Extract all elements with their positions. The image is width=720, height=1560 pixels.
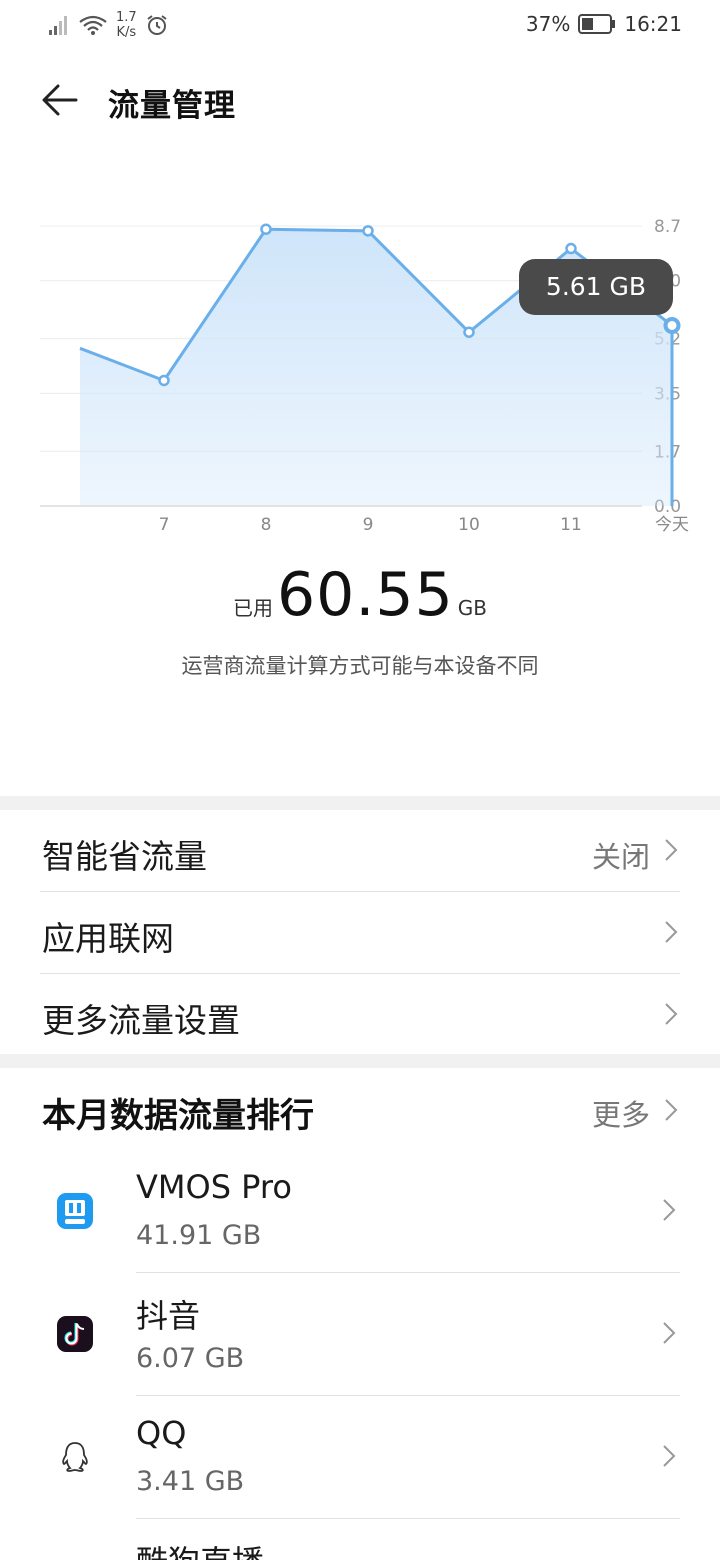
app-row-kugou-live[interactable]: 酷狗直播 — [0, 1519, 720, 1560]
app-network-row[interactable]: 应用联网 — [40, 892, 680, 974]
chevron-right-icon — [665, 1003, 678, 1025]
x-tick-label: 今天 — [655, 515, 689, 535]
ranking-title: 本月数据流量排行 — [42, 1096, 314, 1136]
chevron-right-icon[interactable] — [664, 1098, 678, 1122]
douyin-icon — [57, 1316, 93, 1352]
selected-point-tooltip: 5.61 GB — [519, 259, 673, 316]
data-point — [362, 225, 374, 237]
vmos-pro-icon — [57, 1193, 93, 1229]
status-right: 37% 16:21 — [526, 12, 682, 36]
chevron-right-icon — [665, 839, 678, 861]
smart-saver-label: 智能省流量 — [42, 837, 207, 876]
app-name: QQ — [136, 1414, 187, 1452]
signal-icon — [49, 16, 67, 35]
app-usage-list: VMOS Pro 41.91 GB 抖音 6.07 GB QQ 3.41 GB … — [0, 1150, 720, 1560]
x-tick-label: 10 — [458, 515, 480, 535]
app-data-size: 3.41 GB — [136, 1466, 245, 1497]
smart-saver-row[interactable]: 智能省流量 关闭 — [40, 810, 680, 892]
data-point — [565, 242, 577, 255]
more-settings-row[interactable]: 更多流量设置 — [40, 974, 680, 1056]
usage-chart[interactable]: 8.77.05.23.51.70.07891011今天 5.61 GB — [0, 190, 720, 550]
usage-chart-svg[interactable]: 8.77.05.23.51.70.07891011今天 — [0, 190, 720, 550]
app-data-size: 6.07 GB — [136, 1343, 245, 1374]
battery-icon — [578, 14, 616, 34]
used-value: 60.55 — [277, 560, 454, 630]
settings-list: 智能省流量 关闭 应用联网 更多流量设置 — [0, 810, 720, 1056]
ranking-header: 本月数据流量排行 更多 — [0, 1068, 720, 1152]
back-button[interactable] — [36, 78, 84, 122]
app-name: VMOS Pro — [136, 1168, 292, 1206]
used-line: 已用 60.55 GB — [0, 560, 720, 630]
used-label: 已用 — [233, 596, 273, 620]
data-point — [260, 223, 272, 235]
app-name: 抖音 — [136, 1297, 201, 1335]
qq-icon — [62, 1442, 88, 1472]
app-row-vmos-pro[interactable]: VMOS Pro 41.91 GB — [0, 1150, 720, 1273]
app-row-qq[interactable]: QQ 3.41 GB — [0, 1396, 720, 1519]
section-divider — [0, 796, 720, 810]
chevron-right-icon — [665, 921, 678, 943]
x-tick-label: 7 — [159, 515, 170, 535]
x-tick-label: 8 — [261, 515, 272, 535]
selected-data-point — [663, 316, 681, 334]
network-speed: 1.7 K/s — [116, 10, 137, 40]
back-arrow-icon — [42, 84, 78, 116]
chevron-right-icon — [663, 1199, 676, 1221]
speed-unit: K/s — [116, 25, 137, 40]
section-divider — [0, 1054, 720, 1068]
x-tick-label: 9 — [363, 515, 374, 535]
clock: 16:21 — [624, 12, 682, 36]
page-title: 流量管理 — [108, 88, 236, 124]
app-bar: 流量管理 — [0, 60, 720, 140]
speed-value: 1.7 — [116, 10, 137, 25]
alarm-icon — [147, 15, 167, 35]
data-point — [158, 374, 170, 387]
y-tick-label: 8.7 — [654, 217, 681, 237]
battery-percent: 37% — [525, 12, 571, 36]
chevron-right-icon — [663, 1322, 676, 1344]
carrier-note: 运营商流量计算方式可能与本设备不同 — [181, 654, 539, 678]
data-point — [463, 326, 475, 338]
ranking-more-link[interactable]: 更多 — [592, 1092, 650, 1134]
status-left: 1.7 K/s — [48, 10, 169, 40]
smart-saver-value: 关闭 — [591, 840, 650, 874]
x-tick-label: 11 — [560, 515, 582, 535]
app-name: 酷狗直播 — [136, 1537, 264, 1560]
wifi-icon — [79, 15, 107, 35]
app-network-label: 应用联网 — [42, 919, 174, 958]
more-settings-label: 更多流量设置 — [42, 1001, 240, 1040]
chevron-right-icon — [663, 1445, 676, 1467]
status-bar: 1.7 K/s 37% 16:21 — [0, 0, 720, 50]
app-row-douyin[interactable]: 抖音 6.07 GB — [0, 1273, 720, 1396]
used-unit: GB — [457, 596, 487, 620]
app-data-size: 41.91 GB — [136, 1220, 262, 1251]
usage-summary: 已用 60.55 GB 运营商流量计算方式可能与本设备不同 — [0, 560, 720, 680]
